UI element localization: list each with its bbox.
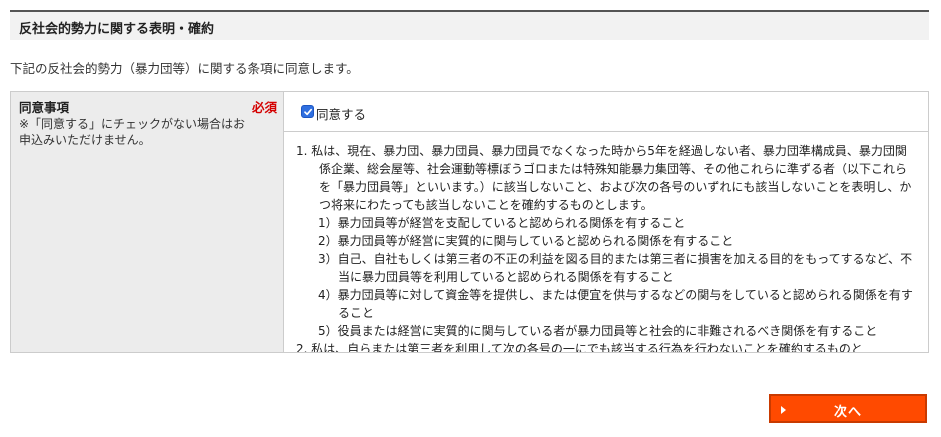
terms-item: 5）役員または経営に実質的に関与している者が暴力団員等と社会的に非難されるべき関… bbox=[318, 324, 878, 338]
terms-item: 4）暴力団員等に対して資金等を提供し、または便宜を供与するなどの関与をしていると… bbox=[318, 288, 913, 320]
next-button[interactable]: 次へ bbox=[769, 394, 927, 423]
required-badge: 必須 bbox=[251, 100, 277, 115]
terms-clause: 1. 私は、現在、暴力団、暴力団員、暴力団員でなくなった時から5年を経過しない者… bbox=[296, 144, 912, 212]
terms-clause: 2. 私は、自らまたは第三者を利用して次の各号の一にでも該当する行為を行わないこ… bbox=[296, 342, 863, 352]
consent-form-table: 同意事項 必須 ※「同意する」にチェックがない場合はお申込みいただけません。 同… bbox=[10, 91, 929, 353]
consent-check-row: 同意する bbox=[284, 92, 928, 132]
section-header: 反社会的勢力に関する表明・確約 bbox=[10, 10, 929, 40]
next-button-label: 次へ bbox=[833, 405, 862, 420]
consent-page: 反社会的勢力に関する表明・確約 下記の反社会的勢力（暴力団等）に関する条項に同意… bbox=[0, 0, 941, 437]
field-note: ※「同意する」にチェックがない場合はお申込みいただけません。 bbox=[19, 117, 246, 147]
terms-scroll-box[interactable]: 1. 私は、現在、暴力団、暴力団員、暴力団員でなくなった時から5年を経過しない者… bbox=[284, 132, 928, 352]
check-icon bbox=[304, 108, 313, 116]
section-title: 反社会的勢力に関する表明・確約 bbox=[19, 22, 215, 37]
terms-content: 1. 私は、現在、暴力団、暴力団員、暴力団員でなくなった時から5年を経過しない者… bbox=[296, 142, 916, 352]
field-label: 同意事項 bbox=[19, 100, 70, 115]
terms-item: 3）自己、自社もしくは第三者の不正の利益を図る目的または第三者に損害を加える目的… bbox=[318, 252, 913, 284]
terms-item: 1）暴力団員等が経営を支配していると認められる関係を有すること bbox=[318, 216, 686, 230]
intro-text: 下記の反社会的勢力（暴力団等）に関する条項に同意します。 bbox=[10, 61, 359, 76]
form-label-cell: 同意事項 必須 ※「同意する」にチェックがない場合はお申込みいただけません。 bbox=[11, 92, 284, 352]
consent-checkbox-label[interactable]: 同意する bbox=[316, 104, 366, 123]
terms-item: 2）暴力団員等が経営に実質的に関与していると認められる関係を有すること bbox=[318, 234, 734, 248]
form-input-cell: 同意する 1. 私は、現在、暴力団、暴力団員、暴力団員でなくなった時から5年を経… bbox=[284, 92, 928, 352]
consent-checkbox[interactable] bbox=[301, 105, 314, 118]
